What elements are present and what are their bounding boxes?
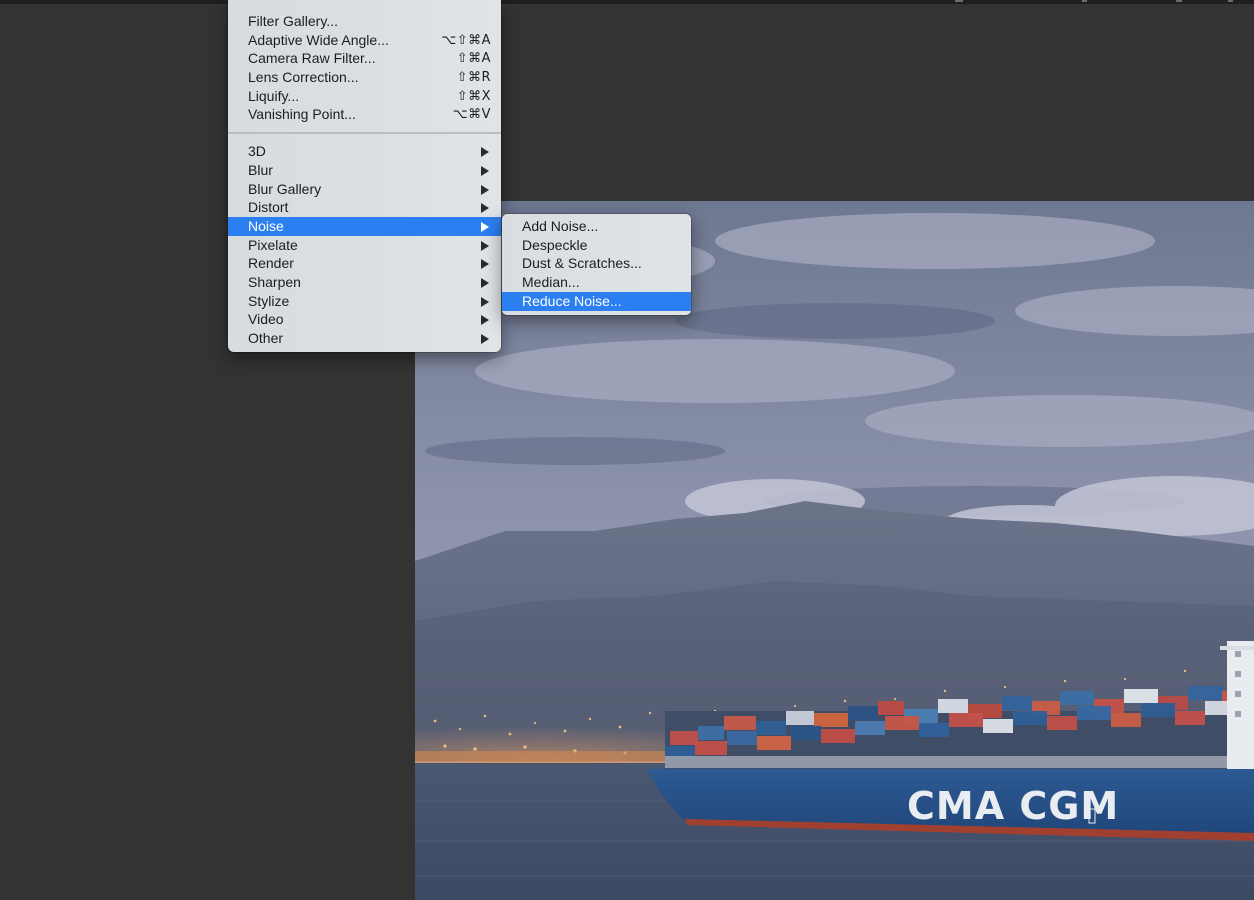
- menu-item-shortcut: ⌥⇧⌘A: [441, 33, 491, 48]
- menubar-status-icon: [1228, 0, 1233, 2]
- menu-item-other[interactable]: Other: [228, 329, 501, 348]
- menubar-status-icon: [955, 0, 963, 2]
- menu-item-shortcut: ⌥⌘V: [452, 107, 491, 122]
- menu-item-label: Camera Raw Filter...: [248, 50, 376, 66]
- menu-item-shortcut: ⇧⌘X: [456, 89, 491, 104]
- menu-item-label: Adaptive Wide Angle...: [248, 32, 389, 48]
- menu-item-label: Video: [248, 311, 284, 327]
- menu-item-blur[interactable]: Blur: [228, 161, 501, 180]
- menu-item-label: Despeckle: [522, 237, 588, 253]
- triangle-right-icon: [481, 166, 489, 176]
- menu-item-3d[interactable]: 3D: [228, 142, 501, 161]
- menu-item-distort[interactable]: Distort: [228, 198, 501, 217]
- menu-item-label: Lens Correction...: [248, 69, 359, 85]
- menu-item-median[interactable]: Median...: [502, 273, 691, 292]
- menu-item-blur-gallery[interactable]: Blur Gallery: [228, 180, 501, 199]
- menu-item-label: Other: [248, 330, 284, 346]
- menu-item-label: Pixelate: [248, 237, 298, 253]
- triangle-right-icon: [481, 297, 489, 307]
- noise-submenu: Add Noise... Despeckle Dust & Scratches.…: [502, 214, 691, 315]
- triangle-right-icon: [481, 241, 489, 251]
- menu-item-label: Filter Gallery...: [248, 13, 338, 29]
- menu-item-despeckle[interactable]: Despeckle: [502, 236, 691, 255]
- triangle-right-icon: [481, 259, 489, 269]
- menu-item-label: Blur: [248, 162, 273, 178]
- menu-item-video[interactable]: Video: [228, 310, 501, 329]
- menu-item-label: Noise: [248, 218, 284, 234]
- menu-item-stylize[interactable]: Stylize: [228, 292, 501, 311]
- menu-item-noise[interactable]: Noise: [228, 217, 501, 236]
- menubar-status-icon: [1176, 0, 1182, 2]
- menu-item-label: Distort: [248, 199, 289, 215]
- menu-item-label: Add Noise...: [522, 218, 599, 234]
- menu-item-filter-gallery[interactable]: Filter Gallery...: [228, 12, 501, 31]
- menu-item-label: Vanishing Point...: [248, 106, 356, 122]
- menu-item-dust-and-scratches[interactable]: Dust & Scratches...: [502, 254, 691, 273]
- menu-item-pixelate[interactable]: Pixelate: [228, 236, 501, 255]
- triangle-right-icon: [481, 315, 489, 325]
- menu-item-sharpen[interactable]: Sharpen: [228, 273, 501, 292]
- menu-item-label: Liquify...: [248, 88, 300, 104]
- menu-separator: [228, 132, 501, 134]
- triangle-right-icon: [481, 222, 489, 232]
- menu-item-label: Median...: [522, 274, 580, 290]
- menu-item-label: Blur Gallery: [248, 181, 322, 197]
- menu-item-label: Render: [248, 255, 294, 271]
- menu-item-label: Stylize: [248, 293, 290, 309]
- menu-item-shortcut: ⇧⌘R: [456, 70, 491, 85]
- menu-item-adaptive-wide-angle[interactable]: Adaptive Wide Angle... ⌥⇧⌘A: [228, 31, 501, 50]
- menu-item-label: Sharpen: [248, 274, 301, 290]
- menu-bar: [0, 0, 1254, 4]
- triangle-right-icon: [481, 334, 489, 344]
- menu-item-vanishing-point[interactable]: Vanishing Point... ⌥⌘V: [228, 105, 501, 124]
- menu-item-reduce-noise[interactable]: Reduce Noise...: [502, 292, 691, 311]
- menubar-status-icon: [1082, 0, 1087, 2]
- filter-menu: Filter Gallery... Adaptive Wide Angle...…: [228, 0, 501, 352]
- menu-item-add-noise[interactable]: Add Noise...: [502, 217, 691, 236]
- photoshop-workspace: CMA CGM Filter Gallery... Adaptive Wide …: [0, 0, 1254, 900]
- triangle-right-icon: [481, 185, 489, 195]
- menu-item-render[interactable]: Render: [228, 254, 501, 273]
- menu-item-label: Dust & Scratches...: [522, 255, 642, 271]
- menu-item-camera-raw-filter[interactable]: Camera Raw Filter... ⇧⌘A: [228, 49, 501, 68]
- ship-hull-text: CMA CGM: [907, 784, 1119, 828]
- triangle-right-icon: [481, 278, 489, 288]
- menu-item-label: 3D: [248, 143, 266, 159]
- menu-item-label: Reduce Noise...: [522, 293, 622, 309]
- menu-item-shortcut: ⇧⌘A: [456, 51, 491, 66]
- menu-item-liquify[interactable]: Liquify... ⇧⌘X: [228, 87, 501, 106]
- menu-item-lens-correction[interactable]: Lens Correction... ⇧⌘R: [228, 68, 501, 87]
- triangle-right-icon: [481, 203, 489, 213]
- triangle-right-icon: [481, 147, 489, 157]
